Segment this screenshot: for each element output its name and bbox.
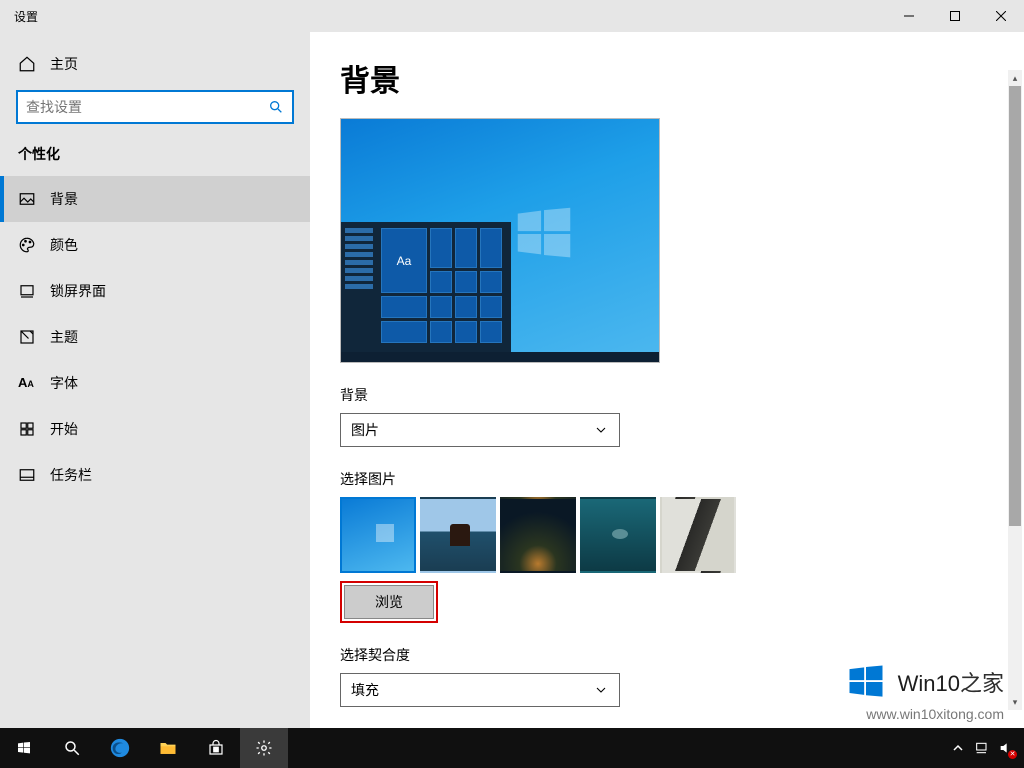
picture-thumbnails xyxy=(340,497,994,573)
sidebar-item-background[interactable]: 背景 xyxy=(0,176,310,222)
folder-icon xyxy=(158,738,178,758)
dropdown-value: 填充 xyxy=(351,680,593,700)
sidebar-item-label: 锁屏界面 xyxy=(50,281,106,301)
watermark-title: Win10之家 xyxy=(898,666,1004,698)
browse-button[interactable]: 浏览 xyxy=(344,585,434,619)
system-tray[interactable]: ✕ xyxy=(950,740,1024,756)
windows-logo-icon xyxy=(509,199,579,269)
tray-expand-icon[interactable] xyxy=(950,740,966,756)
sidebar-item-taskbar[interactable]: 任务栏 xyxy=(0,452,310,498)
picture-thumb-1[interactable] xyxy=(420,497,496,573)
search-field[interactable] xyxy=(26,99,268,115)
home-label: 主页 xyxy=(50,54,78,74)
lockscreen-icon xyxy=(18,282,36,300)
background-type-label: 背景 xyxy=(340,385,994,405)
taskbar-icon xyxy=(18,466,36,484)
search-icon xyxy=(268,99,284,115)
sidebar-section-title: 个性化 xyxy=(0,144,310,164)
fit-dropdown[interactable]: 填充 xyxy=(340,673,620,707)
taskbar-search[interactable] xyxy=(48,728,96,768)
start-icon xyxy=(18,420,36,438)
sidebar-item-themes[interactable]: 主题 xyxy=(0,314,310,360)
palette-icon xyxy=(18,236,36,254)
page-title: 背景 xyxy=(340,56,994,100)
picture-thumb-0[interactable] xyxy=(340,497,416,573)
sidebar-item-label: 背景 xyxy=(50,189,78,209)
volume-icon[interactable]: ✕ xyxy=(998,740,1014,756)
choose-picture-label: 选择图片 xyxy=(340,469,994,489)
vertical-scrollbar[interactable]: ▴ ▾ xyxy=(1008,70,1022,710)
scroll-up-icon[interactable]: ▴ xyxy=(1008,70,1022,86)
home-icon xyxy=(18,55,36,73)
scroll-down-icon[interactable]: ▾ xyxy=(1008,694,1022,710)
dropdown-value: 图片 xyxy=(351,420,593,440)
sidebar-item-lockscreen[interactable]: 锁屏界面 xyxy=(0,268,310,314)
sidebar-item-label: 颜色 xyxy=(50,235,78,255)
search-input[interactable] xyxy=(16,90,294,124)
edge-icon xyxy=(109,737,131,759)
maximize-button[interactable] xyxy=(932,0,978,32)
sidebar-item-fonts[interactable]: AA 字体 xyxy=(0,360,310,406)
sidebar-item-label: 字体 xyxy=(50,373,78,393)
picture-thumb-4[interactable] xyxy=(660,497,736,573)
taskbar: ✕ xyxy=(0,728,1024,768)
picture-icon xyxy=(18,190,36,208)
home-nav[interactable]: 主页 xyxy=(0,44,310,84)
preview-sample-text: Aa xyxy=(381,228,427,293)
sidebar: 主页 个性化 背景 颜色 锁屏界面 主题 AA 字体 开始 xyxy=(0,32,310,728)
picture-thumb-2[interactable] xyxy=(500,497,576,573)
chevron-down-icon xyxy=(593,422,609,438)
store-icon xyxy=(207,739,225,757)
taskbar-store[interactable] xyxy=(192,728,240,768)
background-preview: Aa xyxy=(340,118,660,363)
sidebar-item-colors[interactable]: 颜色 xyxy=(0,222,310,268)
close-button[interactable] xyxy=(978,0,1024,32)
scrollbar-thumb[interactable] xyxy=(1009,86,1021,526)
window-title: 设置 xyxy=(0,8,38,25)
minimize-button[interactable] xyxy=(886,0,932,32)
sidebar-item-label: 任务栏 xyxy=(50,465,92,485)
network-icon[interactable] xyxy=(974,740,990,756)
search-icon xyxy=(63,739,81,757)
taskbar-explorer[interactable] xyxy=(144,728,192,768)
windows-start-icon xyxy=(16,740,32,756)
picture-thumb-3[interactable] xyxy=(580,497,656,573)
start-button[interactable] xyxy=(0,728,48,768)
main-content: 背景 Aa 背景 图片 选择图片 xyxy=(310,32,1024,728)
sidebar-item-label: 主题 xyxy=(50,327,78,347)
watermark: Win10之家 www.win10xitong.com xyxy=(844,660,1004,722)
sidebar-item-start[interactable]: 开始 xyxy=(0,406,310,452)
background-type-dropdown[interactable]: 图片 xyxy=(340,413,620,447)
browse-highlight: 浏览 xyxy=(340,581,438,623)
theme-icon xyxy=(18,328,36,346)
chevron-down-icon xyxy=(593,682,609,698)
gear-icon xyxy=(255,739,273,757)
sidebar-item-label: 开始 xyxy=(50,419,78,439)
font-icon: AA xyxy=(18,374,36,392)
titlebar: 设置 xyxy=(0,0,1024,32)
windows-logo-icon xyxy=(844,660,888,704)
watermark-url: www.win10xitong.com xyxy=(844,706,1004,722)
taskbar-edge[interactable] xyxy=(96,728,144,768)
taskbar-settings[interactable] xyxy=(240,728,288,768)
